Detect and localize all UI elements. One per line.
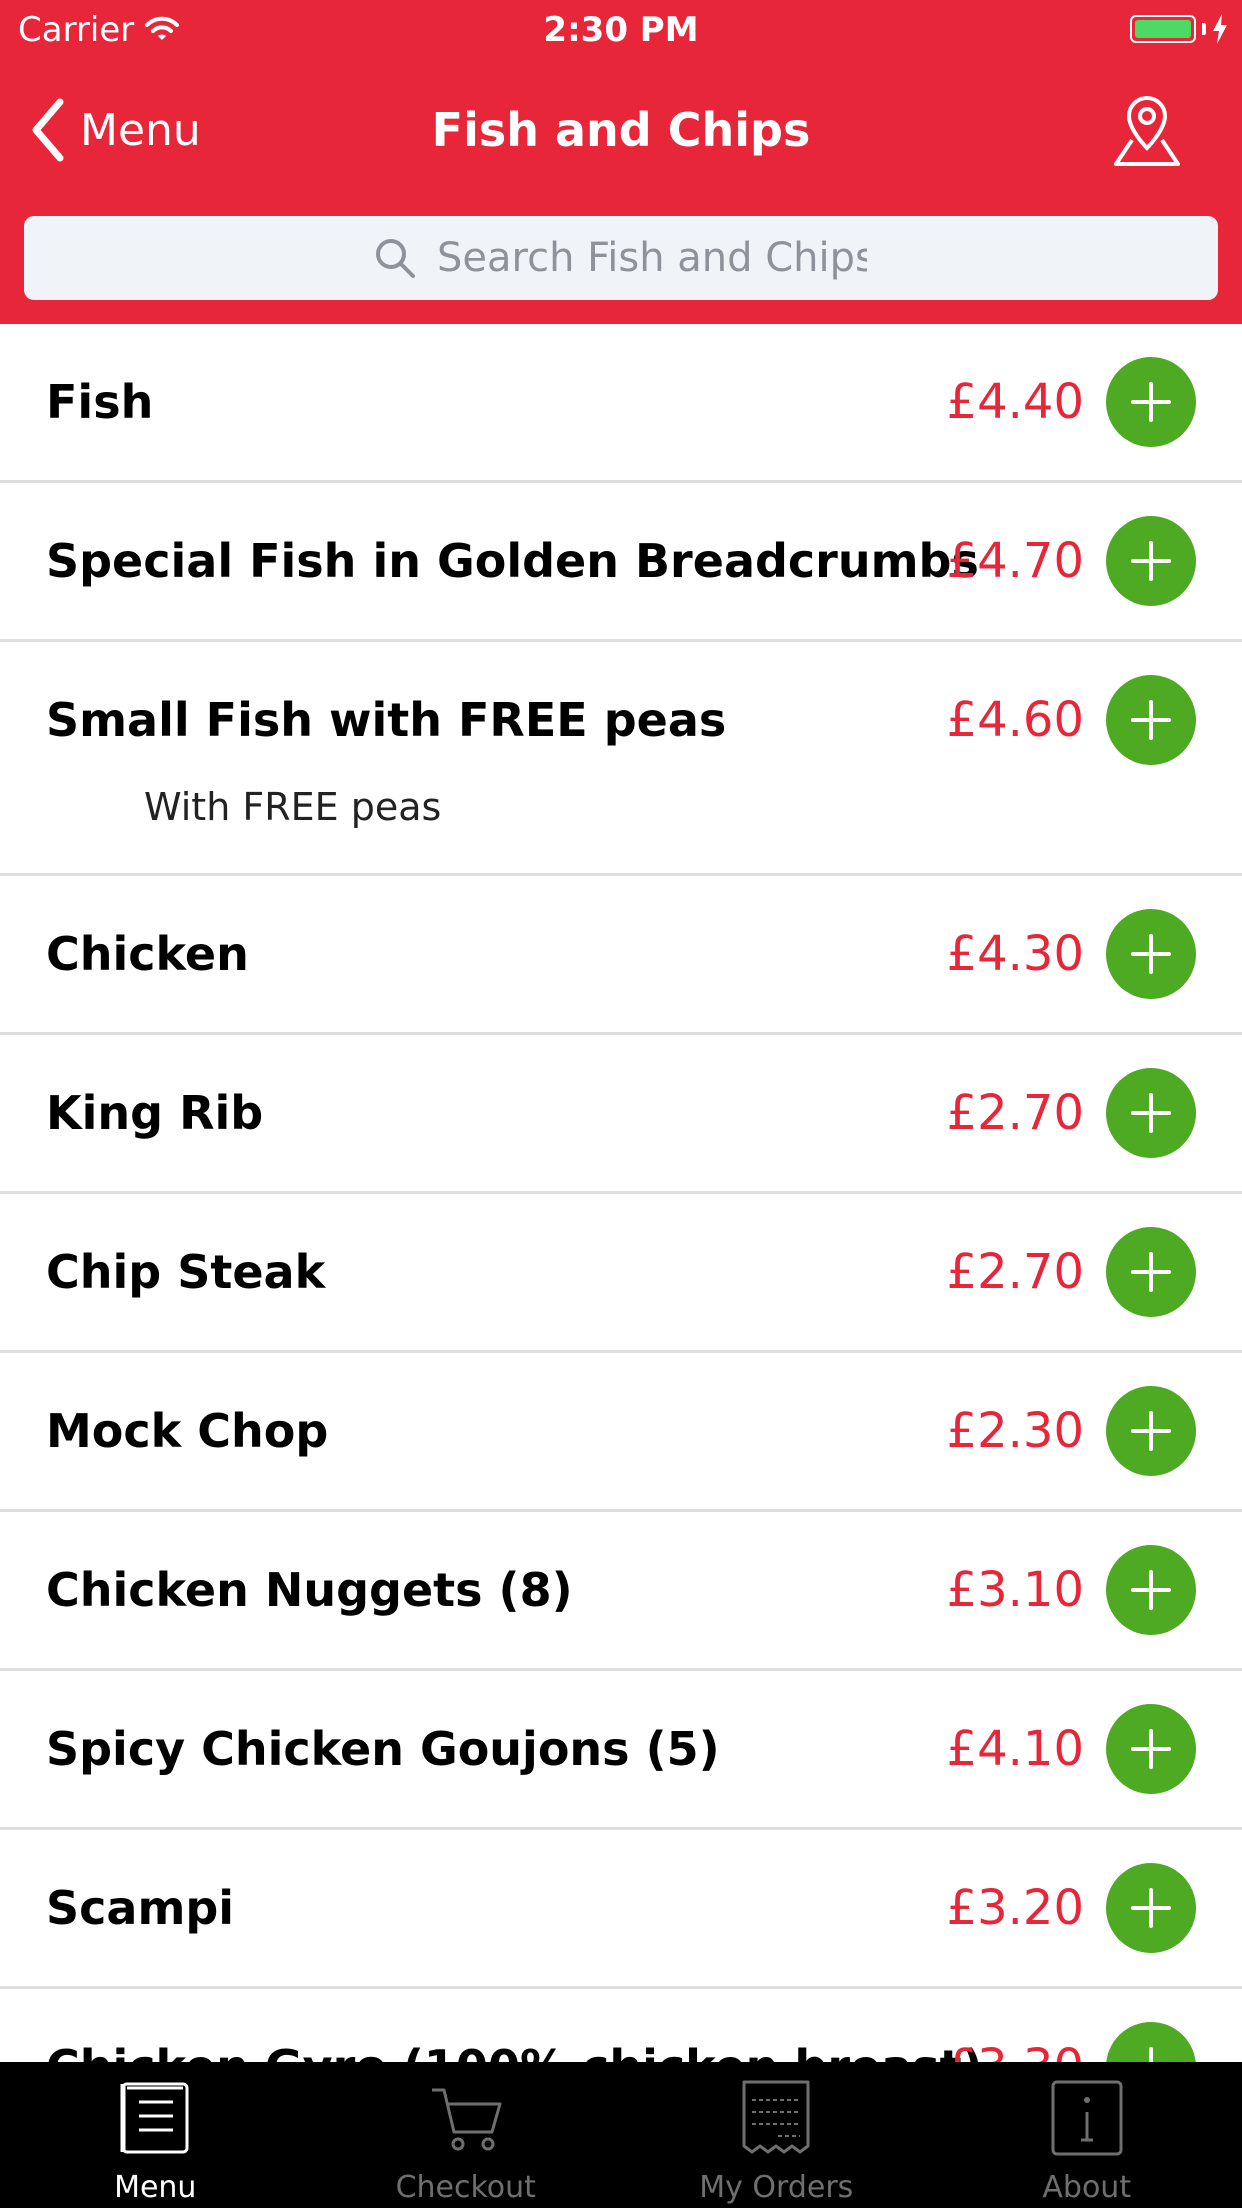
item-price: £3.10 xyxy=(946,1562,1084,1618)
status-time: 2:30 PM xyxy=(543,10,699,50)
plus-icon xyxy=(1131,1252,1171,1292)
item-name: Fish xyxy=(46,375,154,429)
item-price: £4.10 xyxy=(946,1721,1084,1777)
item-name: Scampi xyxy=(46,1881,235,1935)
item-name: Chicken Gyro (100% chicken breast) xyxy=(46,2037,983,2062)
add-button[interactable] xyxy=(1106,1545,1196,1635)
tab-my-orders[interactable]: My Orders xyxy=(621,2062,932,2208)
plus-icon xyxy=(1149,2047,1153,2062)
charging-bolt-icon xyxy=(1213,14,1227,44)
receipt-icon xyxy=(742,2080,810,2154)
tab-label: Checkout xyxy=(395,2170,536,2205)
tab-menu[interactable]: Menu xyxy=(0,2062,311,2208)
item-name: Mock Chop xyxy=(46,1404,329,1458)
battery-fill xyxy=(1135,20,1191,38)
item-name: Special Fish in Golden Breadcrumbs xyxy=(46,534,979,588)
list-item[interactable]: Spicy Chicken Goujons (5) £4.10 xyxy=(0,1671,1242,1830)
add-button[interactable] xyxy=(1106,1863,1196,1953)
battery-icon xyxy=(1130,15,1196,43)
plus-icon xyxy=(1131,541,1171,581)
item-price: £3.30 xyxy=(947,2037,1084,2062)
item-price: £2.70 xyxy=(946,1244,1084,1300)
search-bar[interactable] xyxy=(24,216,1218,300)
status-bar: Carrier 2:30 PM xyxy=(0,0,1242,60)
plus-icon xyxy=(1131,1093,1171,1133)
item-price: £2.70 xyxy=(946,1085,1084,1141)
list-item[interactable]: Special Fish in Golden Breadcrumbs £4.70 xyxy=(0,483,1242,642)
item-name: Small Fish with FREE peas xyxy=(46,693,727,747)
tab-label: Menu xyxy=(114,2170,197,2205)
tab-label: About xyxy=(1042,2170,1132,2205)
plus-icon xyxy=(1131,1570,1171,1610)
search-icon xyxy=(376,239,415,278)
page-title: Fish and Chips xyxy=(431,103,811,157)
nav-bar: Menu Fish and Chips xyxy=(0,70,1242,190)
plus-icon xyxy=(1131,1411,1171,1451)
add-button[interactable] xyxy=(1106,1704,1196,1794)
menu-list: Fish £4.40 Special Fish in Golden Breadc… xyxy=(0,324,1242,2062)
menu-book-icon xyxy=(120,2082,189,2154)
list-item[interactable]: Mock Chop £2.30 xyxy=(0,1353,1242,1512)
list-item[interactable]: Fish £4.40 xyxy=(0,324,1242,483)
cart-icon xyxy=(431,2088,502,2151)
tab-bar: Menu Checkout My Orders About xyxy=(0,2062,1242,2208)
item-price: £4.70 xyxy=(946,533,1084,589)
plus-icon xyxy=(1131,934,1171,974)
item-name: Chicken xyxy=(46,927,249,981)
battery-tip xyxy=(1202,23,1206,35)
list-item[interactable]: Chicken £4.30 xyxy=(0,876,1242,1035)
plus-icon xyxy=(1131,1888,1171,1928)
add-button[interactable] xyxy=(1106,1386,1196,1476)
list-item[interactable]: Chicken Gyro (100% chicken breast) £3.30 xyxy=(0,1989,1242,2062)
item-price: £4.60 xyxy=(946,692,1084,748)
tab-checkout[interactable]: Checkout xyxy=(311,2062,622,2208)
search-input[interactable] xyxy=(435,234,869,282)
battery-indicator xyxy=(1130,14,1228,44)
header: Carrier 2:30 PM Menu Fish and Chips xyxy=(0,0,1242,324)
add-button[interactable] xyxy=(1106,1068,1196,1158)
add-button[interactable] xyxy=(1106,909,1196,999)
item-name: King Rib xyxy=(46,1086,264,1140)
add-button[interactable] xyxy=(1106,675,1196,765)
info-icon xyxy=(1051,2080,1123,2156)
list-item[interactable]: Scampi £3.20 xyxy=(0,1830,1242,1989)
plus-icon xyxy=(1131,1729,1171,1769)
item-price: £4.40 xyxy=(946,374,1084,430)
add-button[interactable] xyxy=(1106,516,1196,606)
tab-label: My Orders xyxy=(699,2170,854,2205)
item-price: £4.30 xyxy=(946,926,1084,982)
list-item[interactable]: Small Fish with FREE peas With FREE peas… xyxy=(0,642,1242,876)
item-name: Chicken Nuggets (8) xyxy=(46,1563,573,1617)
plus-icon xyxy=(1131,700,1171,740)
item-name: Chip Steak xyxy=(46,1245,326,1299)
item-name: Spicy Chicken Goujons (5) xyxy=(46,1722,720,1776)
tab-about[interactable]: About xyxy=(932,2062,1242,2208)
item-description: With FREE peas xyxy=(144,785,442,829)
list-item[interactable]: Chip Steak £2.70 xyxy=(0,1194,1242,1353)
map-pin-icon xyxy=(1114,95,1180,166)
item-price: £3.20 xyxy=(946,1880,1084,1936)
location-button[interactable] xyxy=(1112,92,1182,168)
add-button[interactable] xyxy=(1106,2022,1196,2062)
item-price: £2.30 xyxy=(946,1403,1084,1459)
list-item[interactable]: Chicken Nuggets (8) £3.10 xyxy=(0,1512,1242,1671)
list-item[interactable]: King Rib £2.70 xyxy=(0,1035,1242,1194)
plus-icon xyxy=(1131,382,1171,422)
add-button[interactable] xyxy=(1106,1227,1196,1317)
add-button[interactable] xyxy=(1106,357,1196,447)
